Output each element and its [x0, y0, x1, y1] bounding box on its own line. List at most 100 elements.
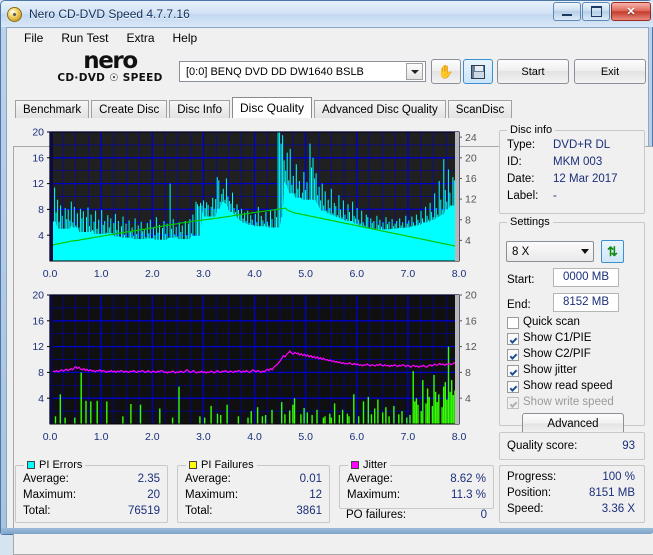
disc-info-value-date: 12 Mar 2017 — [553, 173, 618, 185]
svg-text:6.0: 6.0 — [349, 431, 364, 443]
disc-info-value-id: MKM 003 — [553, 156, 603, 168]
svg-text:7.0: 7.0 — [401, 268, 416, 280]
tab-disc-info[interactable]: Disc Info — [169, 100, 230, 118]
pi-errors-color-swatch — [27, 461, 35, 469]
drive-select[interactable]: [0:0] BENQ DVD DD DW1640 BSLB — [179, 61, 426, 82]
checkbox-box — [507, 381, 519, 393]
chevron-down-icon[interactable] — [581, 249, 589, 254]
jitter-maximum-value: 11.3 % — [451, 489, 486, 501]
tab-disc-quality[interactable]: Disc Quality — [232, 97, 313, 118]
jitter-color-swatch — [351, 461, 359, 469]
menu-item-extra[interactable]: Extra — [117, 29, 163, 47]
svg-text:12: 12 — [465, 194, 477, 206]
scan-speed-value: 8 X — [512, 245, 530, 258]
pi-failures-title: PI Failures — [201, 459, 254, 471]
close-button[interactable]: ✕ — [611, 2, 651, 21]
svg-text:8: 8 — [38, 204, 44, 216]
svg-text:16: 16 — [32, 152, 44, 164]
menu-bar: File Run Test Extra Help — [7, 28, 648, 49]
svg-text:16: 16 — [465, 173, 477, 185]
disc-icon — [7, 6, 22, 22]
minimize-button[interactable] — [553, 2, 581, 21]
checkbox-show-c1-pie[interactable]: Show C1/PIE — [507, 332, 591, 345]
checkbox-box — [507, 317, 519, 329]
svg-text:5.0: 5.0 — [298, 431, 313, 443]
svg-text:12: 12 — [32, 341, 44, 353]
jitter-average-label: Average: — [347, 473, 393, 485]
quality-score-group: Quality score: 93 — [499, 432, 645, 460]
svg-text:3.0: 3.0 — [196, 431, 211, 443]
menu-item-help[interactable]: Help — [164, 29, 207, 47]
checkbox-show-write-speed: Show write speed — [507, 396, 614, 409]
svg-text:8.0: 8.0 — [452, 268, 467, 280]
jitter-maximum-label: Maximum: — [347, 489, 401, 501]
refresh-button[interactable]: ⇅ — [601, 240, 624, 263]
hand-icon: ✋ — [437, 64, 455, 79]
tab-scandisc[interactable]: ScanDisc — [447, 100, 513, 118]
po-failures-row: PO failures: 0 — [339, 509, 494, 525]
window-title: Nero CD-DVD Speed 4.7.7.16 — [29, 7, 190, 21]
title-bar: Nero CD-DVD Speed 4.7.7.16 ✕ — [1, 1, 653, 27]
nero-cd-dvd-speed-window: Nero CD-DVD Speed 4.7.7.16 ✕ File Run Te… — [0, 0, 653, 555]
pi-errors-chart: 4 8 12 16 20 4 8 12 16 20 24 0.0 1.0 2.0 3.0 4.0 5.0 6.0 7… — [10, 125, 495, 285]
progress-label: Progress: — [507, 471, 557, 483]
pi-failures-color-swatch — [189, 461, 197, 469]
start-button[interactable]: Start — [497, 59, 569, 84]
checkbox-box — [507, 333, 519, 345]
pi-failures-legend: PI Failures — [186, 459, 257, 471]
svg-text:6.0: 6.0 — [349, 268, 364, 280]
menu-item-file[interactable]: File — [15, 29, 52, 47]
pi-errors-maximum-value: 20 — [147, 489, 160, 501]
scan-speed-select[interactable]: 8 X — [506, 241, 594, 262]
svg-text:8: 8 — [465, 367, 471, 379]
pi-failures-stats-group: PI Failures Average: 0.01 Maximum: 12 To… — [177, 459, 330, 523]
pi-errors-average-value: 2.35 — [137, 473, 160, 485]
pi-errors-title: PI Errors — [39, 459, 83, 471]
floppy-disk-icon — [471, 64, 485, 79]
checkbox-show-jitter[interactable]: Show jitter — [507, 364, 577, 377]
checkbox-show-c2-pif[interactable]: Show C2/PIF — [507, 348, 591, 361]
svg-text:1.0: 1.0 — [94, 268, 109, 280]
svg-text:4: 4 — [465, 393, 471, 405]
tab-advanced-disc-quality[interactable]: Advanced Disc Quality — [314, 100, 446, 118]
progress-value: 100 % — [602, 471, 635, 483]
svg-text:20: 20 — [465, 152, 477, 164]
end-label: End: — [507, 299, 531, 311]
checkbox-label: Show write speed — [523, 396, 614, 408]
exit-button[interactable]: Exit — [574, 59, 646, 84]
start-label: Start: — [507, 274, 535, 286]
progress-group: Progress: 100 % Position: 8151 MB Speed:… — [499, 465, 645, 523]
tab-benchmark[interactable]: Benchmark — [15, 100, 90, 118]
pi-failures-total-label: Total: — [185, 505, 213, 517]
checkbox-label: Quick scan — [523, 316, 580, 328]
svg-text:20: 20 — [32, 127, 44, 139]
drive-select-value: [0:0] BENQ DVD DD DW1640 BSLB — [186, 65, 364, 78]
save-button[interactable] — [463, 59, 493, 84]
disc-info-value-label: - — [553, 190, 557, 202]
svg-text:8.0: 8.0 — [452, 431, 467, 443]
start-field[interactable]: 0000 MB — [553, 268, 619, 287]
tab-create-disc[interactable]: Create Disc — [91, 100, 168, 118]
eject-button[interactable]: ✋ — [431, 59, 461, 84]
checkbox-show-read-speed[interactable]: Show read speed — [507, 380, 613, 393]
svg-text:5.0: 5.0 — [298, 268, 313, 280]
checkbox-quick-scan[interactable]: Quick scan — [507, 316, 580, 329]
svg-text:12: 12 — [32, 178, 44, 190]
svg-text:0.0: 0.0 — [43, 431, 58, 443]
chevron-down-icon[interactable] — [406, 63, 423, 80]
maximize-button[interactable] — [582, 2, 610, 21]
checkbox-label: Show jitter — [523, 364, 577, 376]
checkbox-box — [507, 365, 519, 377]
toolbar: nero CD·DVD ☉ SPEED [0:0] BENQ DVD DD DW… — [7, 49, 648, 97]
settings-group: Settings 8 X ⇅ Start: 0000 MB End: 8152 … — [499, 216, 645, 435]
svg-text:16: 16 — [32, 315, 44, 327]
svg-text:20: 20 — [465, 290, 477, 302]
svg-text:4: 4 — [38, 393, 44, 405]
position-value: 8151 MB — [588, 487, 635, 499]
menu-item-run-test[interactable]: Run Test — [52, 29, 117, 47]
svg-text:20: 20 — [32, 290, 44, 302]
svg-text:8: 8 — [38, 367, 44, 379]
disc-info-label-label: Label: — [507, 190, 539, 202]
end-field[interactable]: 8152 MB — [553, 293, 619, 312]
quality-score-value: 93 — [622, 440, 635, 452]
